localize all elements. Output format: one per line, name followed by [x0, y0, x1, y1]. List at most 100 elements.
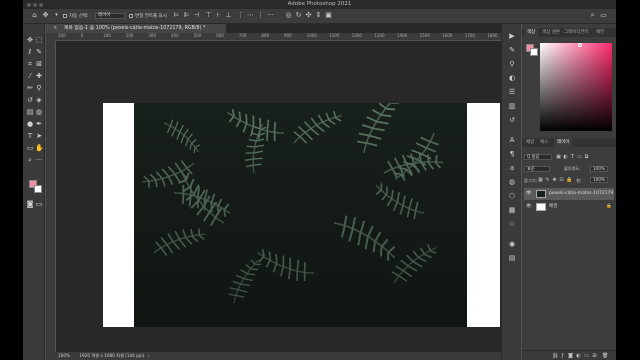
- eraser-tool-icon[interactable]: ◈: [35, 96, 43, 104]
- 3d-orbit-icon[interactable]: ↻: [295, 12, 302, 19]
- add-mask-icon[interactable]: ◙: [568, 354, 573, 359]
- gradient-tool-icon[interactable]: ▤: [26, 108, 34, 116]
- type-tool-icon[interactable]: T: [26, 132, 34, 140]
- layer-name[interactable]: pexels-cátia-matos-1072179: [549, 188, 613, 200]
- horizontal-ruler[interactable]: 100 0 100 200 300 400 500 600 700 800 900 1000 1100 1…: [56, 33, 501, 41]
- layer-name[interactable]: 배경: [549, 201, 557, 213]
- new-layer-icon[interactable]: ⊞: [592, 354, 597, 359]
- channels-icon[interactable]: ◉: [508, 240, 516, 248]
- eyedropper-tool-icon[interactable]: ⁄: [26, 72, 34, 80]
- distribute-spacing-icon[interactable]: ⋮: [257, 12, 264, 19]
- color-picker-field[interactable]: [540, 43, 612, 131]
- pen-tool-icon[interactable]: ✒: [35, 120, 43, 128]
- document-tab[interactable]: × 제목 없음-1 @ 100% (pexels-cátia-matos-107…: [46, 24, 226, 33]
- layer-comps-icon[interactable]: ▤: [508, 254, 516, 262]
- eye-icon[interactable]: 👁: [526, 188, 532, 200]
- align-right-icon[interactable]: ⊣: [193, 12, 200, 19]
- hand-tool-icon[interactable]: ✋: [35, 144, 44, 152]
- zoom-level[interactable]: 100%: [58, 353, 70, 358]
- align-middle-icon[interactable]: ⊦: [215, 12, 222, 19]
- brush-tool-icon[interactable]: ✏: [26, 84, 34, 92]
- brush-settings-icon[interactable]: ✎: [508, 46, 516, 54]
- filter-shape-icon[interactable]: ▭: [577, 155, 582, 160]
- fill-input[interactable]: 100%: [590, 177, 608, 183]
- shapes-icon[interactable]: ◍: [508, 178, 516, 186]
- tab-color[interactable]: 색상: [524, 28, 539, 37]
- chevron-right-icon[interactable]: ›: [148, 353, 150, 358]
- healing-brush-tool-icon[interactable]: ✚: [35, 72, 43, 80]
- lock-position-icon[interactable]: ✥: [552, 178, 557, 183]
- eye-icon[interactable]: 👁: [526, 201, 532, 213]
- clone-source-icon[interactable]: ⚲: [508, 60, 516, 68]
- 3d-slide-icon[interactable]: ⇕: [315, 12, 322, 19]
- tab-paths[interactable]: 패스: [540, 138, 548, 147]
- layer-row[interactable]: 👁 pexels-cátia-matos-1072179: [524, 188, 614, 200]
- align-bottom-icon[interactable]: ⊥: [225, 12, 232, 19]
- shape-tool-icon[interactable]: ▭: [26, 144, 34, 152]
- history-icon[interactable]: ↺: [508, 116, 516, 124]
- lock-artboard-icon[interactable]: ⊡: [559, 178, 564, 183]
- background-color-swatch[interactable]: [34, 185, 42, 193]
- show-transform-checkbox[interactable]: [129, 14, 133, 18]
- history-brush-tool-icon[interactable]: ↺: [26, 96, 34, 104]
- close-icon[interactable]: ×: [53, 24, 57, 33]
- align-left-icon[interactable]: ⊨: [173, 12, 180, 19]
- swatches-icon[interactable]: ▦: [508, 206, 516, 214]
- opacity-input[interactable]: 100%: [590, 166, 608, 172]
- filter-type-icon[interactable]: T: [570, 155, 575, 160]
- character-icon[interactable]: A: [508, 136, 516, 144]
- quick-select-tool-icon[interactable]: ✎: [35, 48, 43, 56]
- distribute-icon[interactable]: ⋮: [237, 12, 244, 19]
- properties-icon[interactable]: ☰: [508, 88, 516, 96]
- filter-adjust-icon[interactable]: ◐: [563, 155, 568, 160]
- paths-icon[interactable]: ⬡: [508, 192, 516, 200]
- trash-icon[interactable]: 🗑: [602, 354, 608, 359]
- fern-photo-layer[interactable]: [134, 103, 467, 327]
- tab-patterns[interactable]: 패턴: [596, 28, 604, 37]
- link-layers-icon[interactable]: ⛓: [552, 354, 558, 359]
- document-info[interactable]: 1920 픽셀 x 1080 픽셀 (144 ppi): [79, 353, 144, 358]
- ruler-origin[interactable]: [46, 33, 56, 41]
- marquee-tool-icon[interactable]: ⬚: [35, 36, 43, 44]
- auto-select-checkbox[interactable]: [63, 14, 67, 18]
- dodge-tool-icon[interactable]: ●: [26, 120, 34, 128]
- zoom-tool-icon[interactable]: ⌕: [26, 156, 34, 164]
- layer-row[interactable]: 👁 배경 🔒: [524, 201, 614, 213]
- path-select-tool-icon[interactable]: ➤: [35, 132, 43, 140]
- play-icon[interactable]: ▶: [508, 32, 516, 40]
- styles-icon[interactable]: ☆: [508, 220, 516, 228]
- move-tool-icon[interactable]: ✥: [42, 12, 49, 19]
- distribute-vertical-icon[interactable]: ⋯: [247, 12, 254, 19]
- glyphs-icon[interactable]: a: [508, 164, 516, 172]
- fx-icon[interactable]: ƒ: [560, 354, 565, 359]
- home-icon[interactable]: ⌂: [31, 12, 38, 19]
- 3d-drag-icon[interactable]: ✣: [305, 12, 312, 19]
- filter-pixel-icon[interactable]: ▣: [556, 155, 561, 160]
- more-options-icon[interactable]: ···: [267, 12, 274, 19]
- lock-image-icon[interactable]: ✎: [545, 178, 550, 183]
- tab-swatches[interactable]: 색상 견본: [542, 28, 560, 37]
- align-center-icon[interactable]: ⊫: [183, 12, 190, 19]
- 3d-mode-icon[interactable]: ◎: [285, 12, 292, 19]
- align-top-icon[interactable]: ⊤: [205, 12, 212, 19]
- adjustment-layer-icon[interactable]: ◐: [576, 354, 581, 359]
- tab-layers[interactable]: 레이어: [554, 138, 573, 147]
- lock-all-icon[interactable]: 🔒: [566, 178, 572, 183]
- screen-mode-icon[interactable]: ▭: [35, 200, 43, 208]
- panel-background-swatch[interactable]: [530, 48, 538, 56]
- picker-cursor[interactable]: [578, 43, 582, 47]
- clone-stamp-tool-icon[interactable]: ⚲: [35, 84, 43, 92]
- pasteboard[interactable]: [56, 41, 501, 352]
- vertical-ruler[interactable]: [46, 41, 56, 352]
- more-tools-icon[interactable]: ···: [35, 156, 43, 164]
- layer-filter-dropdown[interactable]: Q 종류: [524, 154, 552, 160]
- chevron-down-icon[interactable]: ▾: [53, 12, 60, 19]
- search-icon[interactable]: ⌕: [589, 12, 596, 19]
- move-tool-icon[interactable]: ✥: [26, 36, 34, 44]
- crop-tool-icon[interactable]: ⌗: [26, 60, 34, 68]
- libraries-icon[interactable]: ▥: [508, 102, 516, 110]
- frame-tool-icon[interactable]: ⊠: [35, 60, 43, 68]
- paragraph-icon[interactable]: ¶: [508, 150, 516, 158]
- blend-mode-dropdown[interactable]: 표준: [524, 166, 550, 172]
- blur-tool-icon[interactable]: ◍: [35, 108, 43, 116]
